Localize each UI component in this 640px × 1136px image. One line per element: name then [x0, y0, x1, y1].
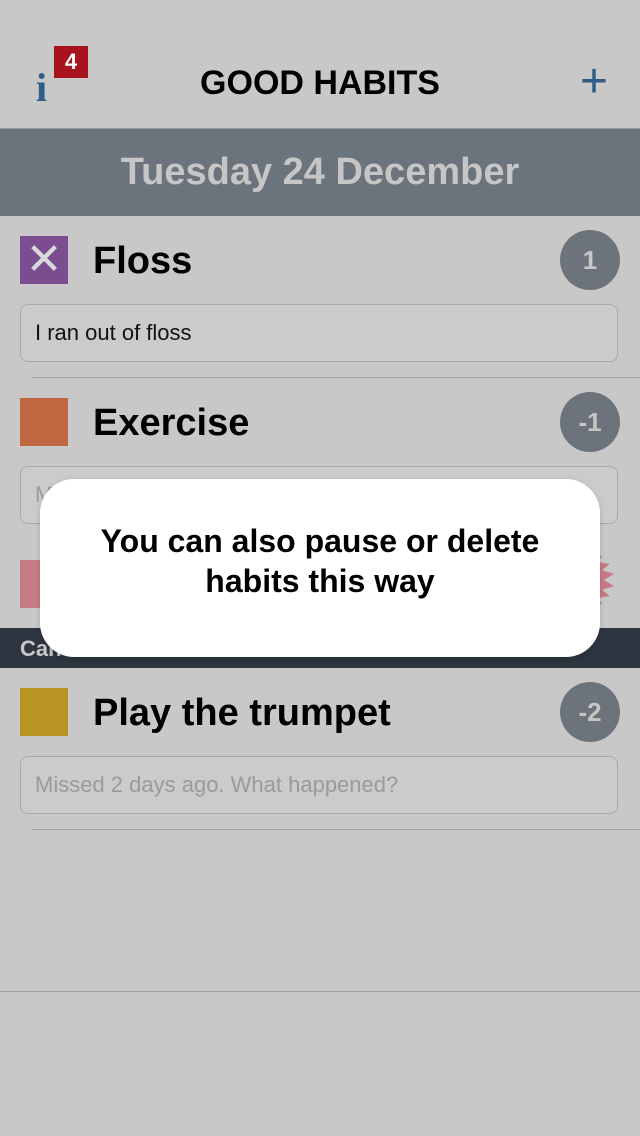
list-bottom-divider: [0, 991, 640, 992]
streak-badge: -2: [560, 682, 620, 742]
habit-name[interactable]: Play the trumpet: [93, 692, 391, 735]
habit-name[interactable]: Floss: [93, 240, 192, 283]
plus-icon: +: [579, 55, 609, 108]
habit-checkbox[interactable]: [20, 688, 68, 736]
habit-note-field[interactable]: [20, 756, 618, 814]
tip-popup[interactable]: You can also pause or delete habits this…: [40, 479, 600, 657]
add-habit-button[interactable]: +: [572, 58, 616, 108]
habit-note-field[interactable]: [20, 304, 618, 362]
row-divider: [32, 377, 640, 378]
streak-badge: -1: [560, 392, 620, 452]
row-divider: [32, 829, 640, 830]
app-title: GOOD HABITS: [200, 64, 440, 102]
habit-checkbox[interactable]: ✕: [20, 236, 68, 284]
streak-badge: 1: [560, 230, 620, 290]
date-header: Tuesday 24 December: [0, 129, 640, 216]
tip-text: You can also pause or delete habits this…: [100, 523, 540, 599]
habit-checkbox[interactable]: [20, 398, 68, 446]
close-icon: ✕: [25, 235, 63, 284]
habit-name[interactable]: Exercise: [93, 402, 249, 445]
